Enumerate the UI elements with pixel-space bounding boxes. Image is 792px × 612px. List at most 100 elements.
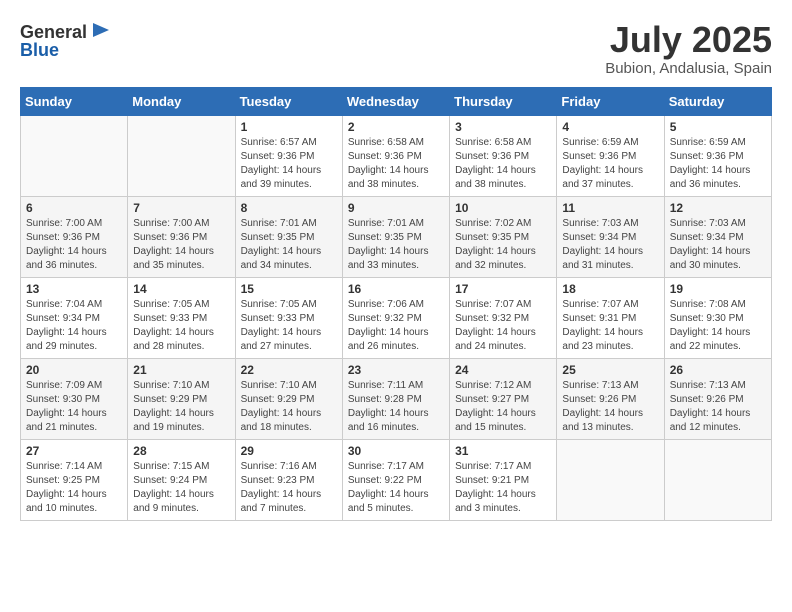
calendar-cell: 8 Sunrise: 7:01 AMSunset: 9:35 PMDaylight… [235,196,342,277]
logo-flag-icon [89,20,113,44]
cell-content: Sunrise: 7:09 AMSunset: 9:30 PMDaylight:… [26,379,122,435]
calendar-cell: 17 Sunrise: 7:07 AMSunset: 9:32 PMDayligh… [450,277,557,358]
header-cell-monday: Monday [128,87,235,115]
header-cell-wednesday: Wednesday [342,87,449,115]
calendar-cell: 20 Sunrise: 7:09 AMSunset: 9:30 PMDayligh… [21,358,128,439]
day-number: 25 [562,363,658,377]
day-number: 18 [562,282,658,296]
header-cell-tuesday: Tuesday [235,87,342,115]
calendar-cell: 1 Sunrise: 6:57 AMSunset: 9:36 PMDaylight… [235,115,342,196]
calendar-cell: 3Sunrise: 6:58 AMSunset: 9:36 PMDaylight… [450,115,557,196]
header-row: SundayMondayTuesdayWednesdayThursdayFrid… [21,87,772,115]
day-number: 31 [455,444,551,458]
calendar-cell: 24 Sunrise: 7:12 AMSunset: 9:27 PMDayligh… [450,358,557,439]
day-number: 14 [133,282,229,296]
cell-content: Sunrise: 7:12 AMSunset: 9:27 PMDaylight:… [455,379,551,435]
calendar-cell: 14 Sunrise: 7:05 AMSunset: 9:33 PMDayligh… [128,277,235,358]
week-row-5: 27 Sunrise: 7:14 AMSunset: 9:25 PMDayligh… [21,439,772,520]
cell-content: Sunrise: 6:57 AMSunset: 9:36 PMDaylight:… [241,136,337,192]
calendar-cell: 21 Sunrise: 7:10 AMSunset: 9:29 PMDayligh… [128,358,235,439]
week-row-1: 1 Sunrise: 6:57 AMSunset: 9:36 PMDaylight… [21,115,772,196]
header-cell-sunday: Sunday [21,87,128,115]
day-number: 27 [26,444,122,458]
day-number: 30 [348,444,444,458]
location-subtitle: Bubion, Andalusia, Spain [605,60,772,77]
calendar-cell: 31 Sunrise: 7:17 AMSunset: 9:21 PMDayligh… [450,439,557,520]
cell-content: Sunrise: 7:03 AMSunset: 9:34 PMDaylight:… [562,217,658,273]
calendar-cell: 2Sunrise: 6:58 AMSunset: 9:36 PMDaylight… [342,115,449,196]
calendar-cell: 13 Sunrise: 7:04 AMSunset: 9:34 PMDayligh… [21,277,128,358]
day-number: 20 [26,363,122,377]
day-number: 21 [133,363,229,377]
day-number: 29 [241,444,337,458]
calendar-cell: 15 Sunrise: 7:05 AMSunset: 9:33 PMDayligh… [235,277,342,358]
day-number: 1 [241,120,337,134]
cell-content: Sunrise: 7:05 AMSunset: 9:33 PMDaylight:… [133,298,229,354]
cell-content: Sunrise: 7:07 AMSunset: 9:31 PMDaylight:… [562,298,658,354]
calendar-cell: 27 Sunrise: 7:14 AMSunset: 9:25 PMDayligh… [21,439,128,520]
calendar-cell: 6Sunrise: 7:00 AMSunset: 9:36 PMDaylight… [21,196,128,277]
cell-content: Sunrise: 7:06 AMSunset: 9:32 PMDaylight:… [348,298,444,354]
cell-content: Sunrise: 6:59 AMSunset: 9:36 PMDaylight:… [562,136,658,192]
cell-content: Sunrise: 7:00 AMSunset: 9:36 PMDaylight:… [133,217,229,273]
cell-content: Sunrise: 7:04 AMSunset: 9:34 PMDaylight:… [26,298,122,354]
cell-content: Sunrise: 6:59 AMSunset: 9:36 PMDaylight:… [670,136,766,192]
calendar-cell [664,439,771,520]
calendar-cell: 7 Sunrise: 7:00 AMSunset: 9:36 PMDaylight… [128,196,235,277]
day-number: 24 [455,363,551,377]
calendar-cell: 4 Sunrise: 6:59 AMSunset: 9:36 PMDaylight… [557,115,664,196]
cell-content: Sunrise: 7:17 AMSunset: 9:22 PMDaylight:… [348,460,444,516]
cell-content: Sunrise: 7:17 AMSunset: 9:21 PMDaylight:… [455,460,551,516]
calendar-cell: 11Sunrise: 7:03 AMSunset: 9:34 PMDayligh… [557,196,664,277]
calendar-cell: 22Sunrise: 7:10 AMSunset: 9:29 PMDayligh… [235,358,342,439]
day-number: 4 [562,120,658,134]
logo: General Blue [20,20,113,61]
day-number: 12 [670,201,766,215]
day-number: 13 [26,282,122,296]
header-cell-friday: Friday [557,87,664,115]
cell-content: Sunrise: 7:13 AMSunset: 9:26 PMDaylight:… [562,379,658,435]
cell-content: Sunrise: 7:05 AMSunset: 9:33 PMDaylight:… [241,298,337,354]
cell-content: Sunrise: 7:03 AMSunset: 9:34 PMDaylight:… [670,217,766,273]
day-number: 10 [455,201,551,215]
calendar-cell: 5Sunrise: 6:59 AMSunset: 9:36 PMDaylight… [664,115,771,196]
day-number: 8 [241,201,337,215]
calendar-cell [21,115,128,196]
day-number: 9 [348,201,444,215]
week-row-3: 13 Sunrise: 7:04 AMSunset: 9:34 PMDayligh… [21,277,772,358]
cell-content: Sunrise: 7:15 AMSunset: 9:24 PMDaylight:… [133,460,229,516]
calendar-cell: 30 Sunrise: 7:17 AMSunset: 9:22 PMDayligh… [342,439,449,520]
calendar-table: SundayMondayTuesdayWednesdayThursdayFrid… [20,87,772,521]
cell-content: Sunrise: 6:58 AMSunset: 9:36 PMDaylight:… [348,136,444,192]
calendar-cell: 29 Sunrise: 7:16 AMSunset: 9:23 PMDayligh… [235,439,342,520]
cell-content: Sunrise: 7:10 AMSunset: 9:29 PMDaylight:… [133,379,229,435]
calendar-cell: 10 Sunrise: 7:02 AMSunset: 9:35 PMDayligh… [450,196,557,277]
day-number: 23 [348,363,444,377]
cell-content: Sunrise: 7:08 AMSunset: 9:30 PMDaylight:… [670,298,766,354]
calendar-cell: 9 Sunrise: 7:01 AMSunset: 9:35 PMDaylight… [342,196,449,277]
cell-content: Sunrise: 7:14 AMSunset: 9:25 PMDaylight:… [26,460,122,516]
day-number: 7 [133,201,229,215]
cell-content: Sunrise: 7:07 AMSunset: 9:32 PMDaylight:… [455,298,551,354]
cell-content: Sunrise: 7:13 AMSunset: 9:26 PMDaylight:… [670,379,766,435]
calendar-cell: 16 Sunrise: 7:06 AMSunset: 9:32 PMDayligh… [342,277,449,358]
cell-content: Sunrise: 7:10 AMSunset: 9:29 PMDaylight:… [241,379,337,435]
day-number: 26 [670,363,766,377]
cell-content: Sunrise: 7:16 AMSunset: 9:23 PMDaylight:… [241,460,337,516]
month-year-title: July 2025 [605,20,772,60]
day-number: 19 [670,282,766,296]
day-number: 15 [241,282,337,296]
calendar-cell: 25 Sunrise: 7:13 AMSunset: 9:26 PMDayligh… [557,358,664,439]
calendar-cell [557,439,664,520]
cell-content: Sunrise: 7:01 AMSunset: 9:35 PMDaylight:… [348,217,444,273]
cell-content: Sunrise: 7:01 AMSunset: 9:35 PMDaylight:… [241,217,337,273]
title-block: July 2025 Bubion, Andalusia, Spain [605,20,772,77]
day-number: 28 [133,444,229,458]
cell-content: Sunrise: 7:02 AMSunset: 9:35 PMDaylight:… [455,217,551,273]
day-number: 16 [348,282,444,296]
day-number: 3 [455,120,551,134]
calendar-cell: 28 Sunrise: 7:15 AMSunset: 9:24 PMDayligh… [128,439,235,520]
calendar-cell: 18 Sunrise: 7:07 AMSunset: 9:31 PMDayligh… [557,277,664,358]
page-header: General Blue July 2025 Bubion, Andalusia… [20,20,772,77]
day-number: 17 [455,282,551,296]
